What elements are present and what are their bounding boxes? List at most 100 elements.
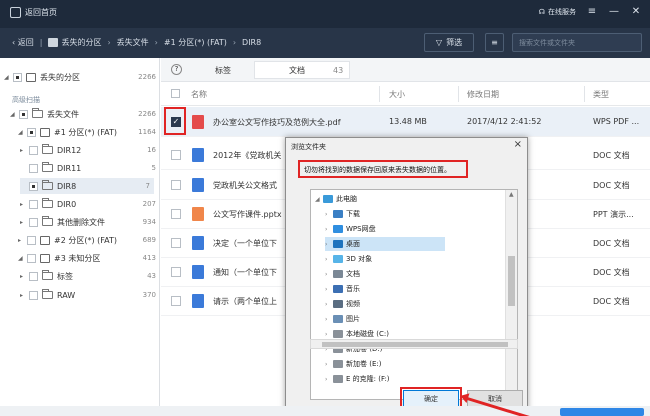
tab-document[interactable]: 文档 43 [254,61,350,79]
tree-item-lost-partition[interactable]: ◢ 丢失的分区 2266 [4,70,156,84]
chevron-left-icon: ‹ [12,38,16,47]
tree-checkbox[interactable] [27,127,36,137]
online-service-button[interactable]: ☊ 在线服务 [539,7,576,17]
online-service-label: 在线服务 [548,7,576,16]
breadcrumb-item-lost-files[interactable]: 丢失文件 [117,37,149,48]
folder-item-wps-cloud[interactable]: › WPS网盘 [325,222,376,236]
scroll-up-icon[interactable]: ▲ [509,191,514,198]
word-file-icon [192,178,204,192]
row-checkbox[interactable] [171,180,181,190]
tree-item-raw[interactable]: ▸ RAW 370 [20,288,156,302]
folder-item-desktop[interactable]: › 桌面 [325,237,445,251]
filter-button[interactable]: ▽ 筛选 [424,33,474,52]
column-header-name[interactable]: 名称 [191,89,207,100]
tree-item-lost-files[interactable]: ◢ 丢失文件 2266 [10,107,156,121]
expand-arrow-icon[interactable]: ▸ [20,147,27,154]
tree-item-tags[interactable]: ▸ 标签 43 [20,269,156,283]
folder-list: ◢ 此电脑 › 下载 › WPS网盘 › 桌面 › 3D 对象 › 文档 › 音乐 › 视频 ›… [310,189,518,400]
navigation-bar: ‹ 返回 | 丢失的分区 › 丢失文件 › #1 分区(*) (FAT) › D… [0,28,650,58]
search-input[interactable]: 搜索文件或文件夹 [512,33,642,52]
scrollbar-thumb[interactable] [322,342,508,347]
tree-checkbox[interactable] [19,109,28,119]
tree-checkbox[interactable] [27,235,36,245]
expand-arrow-icon[interactable]: ◢ [4,74,11,81]
dialog-title: 浏览文件夹 [291,143,326,151]
ppt-file-icon [192,207,204,221]
expand-arrow-icon[interactable]: ◢ [10,111,17,118]
folder-item-pictures[interactable]: › 图片 [325,312,360,326]
recover-button[interactable] [560,408,644,416]
column-header-date[interactable]: 修改日期 [467,89,499,100]
folder-item-music[interactable]: › 音乐 [325,282,360,296]
folder-item-documents[interactable]: › 文档 [325,267,360,281]
partition-icon [40,127,50,137]
tree-checkbox[interactable] [29,181,38,191]
expand-arrow-icon[interactable]: ▸ [20,201,27,208]
tree-item-partition2[interactable]: ▸ #2 分区(*) (FAT) 689 [18,233,156,247]
expand-arrow-icon[interactable]: ▸ [20,219,27,226]
table-row[interactable]: ✓ 办公室公文写作技巧及范例大全.pdf 13.48 MB 2017/4/12 … [161,107,650,137]
warning-message: 切勿将找到的数据保存回原来丢失数据的位置。 [298,160,468,178]
menu-icon[interactable]: ≡ [586,6,598,17]
column-header-type[interactable]: 类型 [593,89,609,100]
back-home-label: 返回首页 [25,8,57,17]
list-view-button[interactable]: ≡ [485,33,504,52]
horizontal-scrollbar[interactable] [310,339,518,349]
chevron-right-icon: › [232,38,237,47]
folder-icon [32,108,43,118]
folder-item-3d-objects[interactable]: › 3D 对象 [325,252,372,266]
column-header-size[interactable]: 大小 [389,89,405,100]
back-button[interactable]: ‹ 返回 [12,37,34,48]
minimize-icon[interactable]: — [608,6,620,17]
tree-checkbox[interactable] [13,72,22,82]
tree-checkbox[interactable] [29,163,38,173]
pdf-file-icon [192,115,204,129]
tree-checkbox[interactable] [29,199,38,209]
breadcrumb-item-lost-partition[interactable]: 丢失的分区 [48,37,101,48]
row-checkbox[interactable] [171,150,181,160]
vertical-scrollbar[interactable]: ▲ ▼ [505,190,517,399]
close-icon[interactable]: ✕ [630,6,642,17]
dialog-close-icon[interactable]: × [514,139,522,150]
scrollbar-thumb[interactable] [508,256,515,306]
expand-arrow-icon[interactable]: ◢ [18,129,25,136]
tree-item-partition1[interactable]: ◢ #1 分区(*) (FAT) 1164 [18,125,156,139]
tree-checkbox[interactable] [29,290,38,300]
row-checkbox[interactable] [171,238,181,248]
tree-checkbox[interactable] [29,217,38,227]
tree-item-dir8[interactable]: DIR8 7 [20,178,154,194]
folder-item-this-pc[interactable]: ◢ 此电脑 [315,192,357,206]
tree-checkbox[interactable] [29,271,38,281]
folder-item-drive-f[interactable]: › E 的克隆: (F:) [325,372,390,386]
row-checkbox[interactable] [171,267,181,277]
help-icon[interactable]: ? [171,64,182,75]
breadcrumb-item-dir8[interactable]: DIR8 [242,38,261,47]
word-file-icon [192,265,204,279]
tree-item-dir11[interactable]: DIR11 5 [20,161,156,175]
expand-arrow-icon[interactable]: ◢ [315,196,323,203]
expand-arrow-icon[interactable]: ◢ [18,255,25,262]
folder-item-videos[interactable]: › 视频 [325,297,360,311]
expand-arrow-icon[interactable]: ▸ [20,273,27,280]
tree-item-other-deleted[interactable]: ▸ 其他删除文件 934 [20,215,156,229]
tab-tag[interactable]: 标签 [215,65,231,76]
folder-item-downloads[interactable]: › 下载 [325,207,360,221]
back-home-link[interactable]: 返回首页 [10,7,57,18]
tree-checkbox[interactable] [29,145,38,155]
folder-icon [42,180,53,190]
download-icon [333,210,343,218]
picture-icon [333,315,343,323]
folder-item-drive-e[interactable]: › 新加卷 (E:) [325,357,381,371]
row-checkbox[interactable] [171,209,181,219]
select-all-checkbox[interactable] [171,89,180,98]
folder-tree: ◢ 丢失的分区 2266 高级扫描 ◢ 丢失文件 2266 ◢ #1 分区(*) (FAT… [0,58,160,416]
tree-item-dir12[interactable]: ▸ DIR12 16 [20,143,156,157]
divider: | [39,38,43,47]
breadcrumb-item-partition1[interactable]: #1 分区(*) (FAT) [164,37,227,48]
expand-arrow-icon[interactable]: ▸ [18,237,25,244]
tree-checkbox[interactable] [27,253,36,263]
expand-arrow-icon[interactable]: ▸ [20,292,27,299]
tree-item-dir0[interactable]: ▸ DIR0 207 [20,197,156,211]
row-checkbox[interactable] [171,296,181,306]
tree-item-partition3[interactable]: ◢ #3 未知分区 413 [18,251,156,265]
